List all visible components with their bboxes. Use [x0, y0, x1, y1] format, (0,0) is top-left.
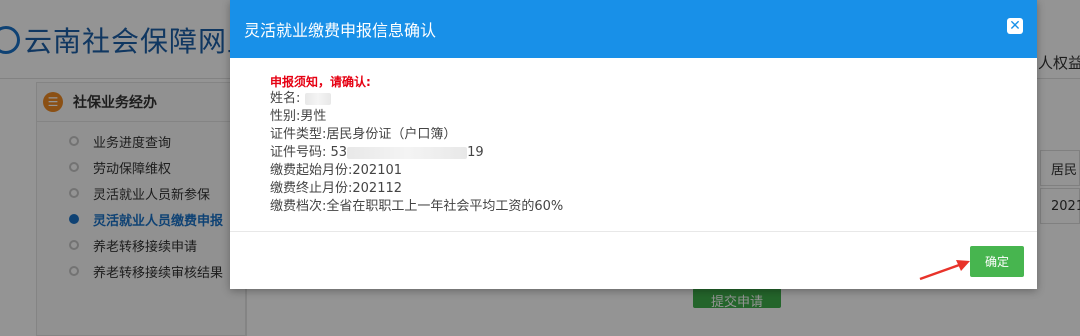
info-gender: 性别:男性 [270, 108, 1037, 126]
id-type-label: 证件类型: [270, 127, 327, 142]
info-id-number: 证件号码: 53 19 [270, 144, 1037, 162]
gender-label: 性别: [270, 109, 301, 124]
start-month-label: 缴费起始月份: [270, 163, 353, 178]
confirm-button[interactable]: 确定 [970, 246, 1024, 277]
info-name: 姓名: [270, 90, 1037, 108]
name-label: 姓名: [270, 91, 301, 106]
grade-label: 缴费档次: [270, 199, 327, 214]
info-id-type: 证件类型:居民身份证（户口簿） [270, 126, 1037, 144]
redacted-id-number [347, 146, 468, 159]
info-end-month: 缴费终止月份:202112 [270, 180, 1037, 198]
annotation-arrow-icon [919, 260, 970, 281]
dialog-footer: 确定 [230, 231, 1037, 290]
confirm-dialog: 灵活就业缴费申报信息确认 ✕ 申报须知，请确认: 姓名: 性别:男性 证件类型:… [230, 0, 1037, 289]
dialog-body: 申报须知，请确认: 姓名: 性别:男性 证件类型:居民身份证（户口簿） 证件号码… [230, 58, 1037, 214]
grade-value: 全省在职职工上一年社会平均工资的60% [326, 199, 564, 214]
dialog-header: 灵活就业缴费申报信息确认 ✕ [230, 0, 1037, 58]
end-month-label: 缴费终止月份: [270, 181, 353, 196]
gender-value: 男性 [300, 109, 327, 124]
end-month-value: 202112 [352, 181, 403, 196]
info-grade: 缴费档次:全省在职职工上一年社会平均工资的60% [270, 198, 1037, 216]
id-number-prefix: 53 [330, 145, 348, 160]
notice-title: 申报须知，请确认: [270, 75, 371, 89]
dialog-title: 灵活就业缴费申报信息确认 [244, 21, 437, 40]
id-number-label: 证件号码: [270, 145, 327, 160]
id-type-value: 居民身份证（户口簿） [326, 127, 457, 142]
id-number-suffix: 19 [467, 145, 484, 160]
start-month-value: 202101 [352, 163, 403, 178]
close-icon[interactable]: ✕ [1007, 18, 1023, 34]
redacted-name [304, 92, 331, 105]
info-start-month: 缴费起始月份:202101 [270, 162, 1037, 180]
